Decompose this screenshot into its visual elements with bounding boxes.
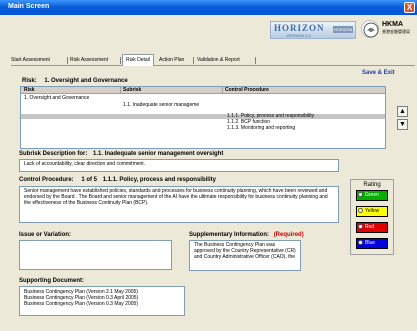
banner-badge: HORIZON [333, 26, 353, 33]
control-heading: Control Procedure: 1 of 5 1.1.1. Policy,… [19, 177, 216, 183]
rating-group: Rating Green Yellow Red Blue [350, 179, 394, 255]
banner-brand: HORIZON [274, 23, 325, 33]
hkma-short: HKMA [382, 21, 403, 28]
tab-divider [120, 57, 121, 64]
window-title: Main Screen [8, 3, 50, 10]
tab-validation-report[interactable]: Validation & Report [197, 55, 240, 65]
save-exit-button[interactable]: Save & Exit [362, 70, 395, 76]
rating-yellow-label: Yellow [365, 208, 380, 214]
hkma-chinese: 香港金融管理局 [382, 29, 410, 34]
rating-title: Rating [363, 182, 381, 188]
supplementary-label: Supplementary Information: [189, 232, 270, 238]
grid-row-subrisk[interactable]: 1.1. Inadequate senior manageme [123, 102, 199, 108]
tab-divider [67, 57, 68, 64]
title-bar: Main Screen X [0, 0, 417, 15]
subrisk-heading: Subrisk Description for: 1.1. Inadequate… [19, 151, 223, 157]
rating-yellow-option[interactable]: Yellow [356, 206, 388, 217]
radio-icon [358, 208, 363, 214]
tab-divider [255, 57, 256, 64]
move-up-button[interactable]: ▲ [397, 106, 408, 117]
column-header-control: Control Procedure [225, 87, 269, 93]
column-header-subrisk: Subrisk [123, 87, 142, 93]
supporting-document-item[interactable]: Business Contingency Plan (Version 0.3 M… [24, 301, 180, 307]
required-marker: (Required) [273, 232, 304, 238]
subrisk-label: Subrisk Description for: [19, 151, 88, 157]
selected-row-highlight [21, 114, 385, 119]
radio-icon [358, 224, 363, 230]
risk-heading: Risk: 1. Oversight and Governance [22, 78, 128, 84]
rating-green-label: Green [365, 192, 379, 198]
subrisk-description-box: Lack of accountability, clear direction … [19, 159, 339, 172]
subrisk-value: 1.1. Inadequate senior management oversi… [93, 151, 224, 157]
supporting-heading: Supporting Document: [19, 278, 84, 284]
control-description-box: Senior management have established polic… [19, 186, 339, 223]
tab-divider [193, 57, 194, 64]
control-value: 1.1.1. Policy, process and responsibilit… [102, 177, 216, 183]
radio-icon [358, 192, 363, 198]
column-divider [222, 87, 223, 94]
tab-risk-detail[interactable]: Risk Detail [122, 54, 154, 66]
hkma-logo: HKMA 香港金融管理局 [382, 21, 410, 35]
supporting-document-list[interactable]: Business Contingency Plan (Version 2.1 M… [19, 286, 185, 316]
control-label: Control Procedure: [19, 177, 74, 183]
supplementary-heading: Supplementary Information: (Required) [189, 232, 304, 238]
rating-red-label: Red [365, 224, 375, 230]
rating-red-option[interactable]: Red [356, 222, 388, 233]
close-button[interactable]: X [404, 2, 415, 13]
issue-textarea[interactable] [19, 240, 172, 270]
banner-version: VERSION 2.0 [286, 33, 311, 38]
column-header-risk: Risk [24, 87, 35, 93]
risk-label: Risk: [22, 78, 37, 84]
move-down-button[interactable]: ▼ [397, 119, 408, 130]
risk-value: 1. Oversight and Governance [44, 78, 128, 84]
grid-header: Risk Subrisk Control Procedure [21, 87, 385, 94]
tab-action-plan[interactable]: Action Plan [159, 55, 184, 65]
rating-green-option[interactable]: Green [356, 190, 388, 201]
grid-row-risk[interactable]: 1. Oversight and Governance [24, 95, 89, 101]
rating-blue-option[interactable]: Blue [356, 238, 388, 249]
grid-row-control[interactable]: 1.1.3. Monitoring and reporting [227, 125, 295, 131]
hkma-seal-icon [361, 20, 379, 38]
issue-heading: Issue or Variation: [19, 232, 72, 238]
rating-blue-label: Blue [365, 240, 376, 246]
tab-start-assessment[interactable]: Start Assessment [11, 55, 50, 65]
column-divider [120, 87, 121, 94]
main-screen-window: Main Screen X HORIZON VERSION 2.0 HORIZO… [0, 0, 417, 331]
control-counter: 1 of 5 [81, 177, 98, 183]
supplementary-textarea[interactable]: The Business Contingency Plan was approv… [189, 240, 301, 271]
radio-icon [358, 240, 363, 246]
horizon-logo-banner: HORIZON VERSION 2.0 HORIZON [270, 21, 356, 39]
risk-tree-grid[interactable]: Risk Subrisk Control Procedure 1. Oversi… [20, 86, 386, 149]
tab-risk-assessment[interactable]: Risk Assessment [70, 55, 108, 65]
